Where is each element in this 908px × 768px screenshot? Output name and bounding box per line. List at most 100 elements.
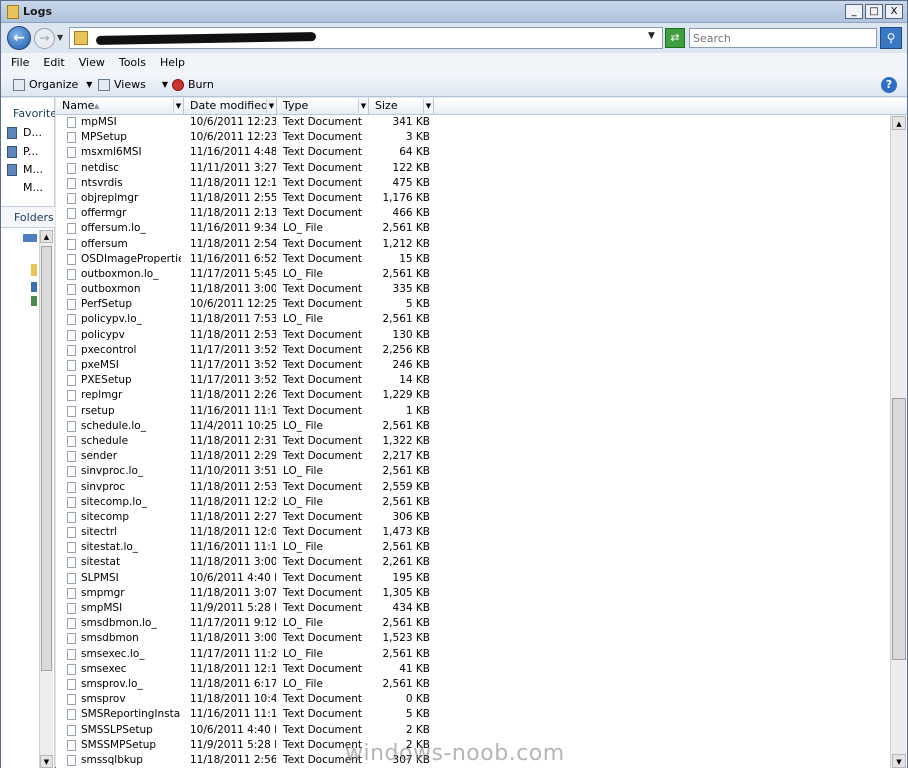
scroll-down-button[interactable]: ▼ xyxy=(892,754,906,768)
table-row[interactable]: sitecomp.lo_ 11/18/2011 12:2... LO_ File 2,… xyxy=(56,495,889,510)
table-row[interactable]: sitecomp 11/18/2011 2:27... Text Document 3… xyxy=(56,510,889,525)
search-icon[interactable]: ⚲ xyxy=(880,27,902,49)
chevron-down-icon[interactable]: ▼ xyxy=(648,31,655,41)
favorite-link-pictures[interactable]: P... xyxy=(7,145,55,158)
table-row[interactable]: pxeMSI 11/17/2011 3:52... Text Document 246… xyxy=(56,358,889,373)
table-row[interactable]: msxml6MSI 11/16/2011 4:48... Text Document… xyxy=(56,145,889,160)
column-header-name[interactable]: Name ▲ ▼ xyxy=(56,98,184,115)
close-button[interactable]: X xyxy=(885,4,903,19)
search-input[interactable] xyxy=(689,28,877,48)
file-list: Name ▲ ▼ Date modified ▼ Type ▼ Size ▼ m… xyxy=(56,98,907,768)
scroll-down-button[interactable]: ▼ xyxy=(40,755,53,768)
table-row[interactable]: smsdbmon.lo_ 11/17/2011 9:12... LO_ File 2,… xyxy=(56,616,889,631)
table-row[interactable]: SMSSLPSetup 10/6/2011 4:40 PM Text Documen… xyxy=(56,723,889,738)
table-row[interactable]: smsexec.lo_ 11/17/2011 11:2... LO_ File 2,5… xyxy=(56,647,889,662)
help-icon[interactable]: ? xyxy=(881,77,897,93)
file-list-scrollbar[interactable]: ▲ ▼ xyxy=(890,115,906,768)
table-row[interactable]: PXESetup 11/17/2011 3:52... Text Document 1… xyxy=(56,373,889,388)
organize-button[interactable]: Organize ▼ xyxy=(13,77,92,93)
table-row[interactable]: outboxmon.lo_ 11/17/2011 5:45... LO_ File 2… xyxy=(56,267,889,282)
desktop-icon[interactable] xyxy=(23,234,37,242)
table-row[interactable]: netdisc 11/11/2011 3:27... Text Document 12… xyxy=(56,161,889,176)
table-row[interactable]: pxecontrol 11/17/2011 3:52... Text Documen… xyxy=(56,343,889,358)
table-row[interactable]: SLPMSI 10/6/2011 4:40 PM Text Document 195 … xyxy=(56,571,889,586)
text-file-icon xyxy=(67,390,76,402)
table-row[interactable]: sender 11/18/2011 2:29... Text Document 2,2… xyxy=(56,449,889,464)
table-row[interactable]: sitestat.lo_ 11/16/2011 11:1... LO_ File 2,… xyxy=(56,540,889,555)
navigation-scrollbar[interactable]: ▲ ▼ xyxy=(39,230,53,768)
folders-toggle[interactable]: Folders xyxy=(1,206,55,228)
file-date: 11/18/2011 12:2... xyxy=(190,495,276,508)
table-row[interactable]: OSDImageProperties 11/16/2011 6:52... Text… xyxy=(56,252,889,267)
column-header-size[interactable]: Size ▼ xyxy=(369,98,434,115)
favorite-link-music[interactable]: M... xyxy=(7,163,55,176)
chevron-down-icon[interactable]: ▼ xyxy=(423,99,433,113)
forward-button[interactable]: → xyxy=(34,28,55,49)
minimize-button[interactable]: _ xyxy=(845,4,863,19)
menu-tools[interactable]: Tools xyxy=(119,53,146,73)
table-row[interactable]: rsetup 11/16/2011 11:1... Text Document 1 K… xyxy=(56,404,889,419)
file-size: 475 KB xyxy=(392,176,430,189)
text-file-icon xyxy=(67,557,76,569)
table-row[interactable]: schedule.lo_ 11/4/2011 10:25... LO_ File 2,… xyxy=(56,419,889,434)
table-row[interactable]: sinvproc 11/18/2011 2:53... Text Document 2… xyxy=(56,480,889,495)
chevron-down-icon[interactable]: ▼ xyxy=(358,99,368,113)
table-row[interactable]: sinvproc.lo_ 11/10/2011 3:51... LO_ File 2,… xyxy=(56,464,889,479)
menu-edit[interactable]: Edit xyxy=(43,53,64,73)
file-size: 335 KB xyxy=(392,283,430,296)
table-row[interactable]: policypv.lo_ 11/18/2011 7:53... LO_ File 2,… xyxy=(56,312,889,327)
computer-icon[interactable] xyxy=(31,282,37,292)
table-row[interactable]: replmgr 11/18/2011 2:26... Text Document 1,… xyxy=(56,388,889,403)
table-row[interactable]: outboxmon 11/18/2011 3:00... Text Document… xyxy=(56,282,889,297)
table-row[interactable]: smpmgr 11/18/2011 3:07... Text Document 1,3… xyxy=(56,586,889,601)
table-row[interactable]: smsdbmon 11/18/2011 3:00... Text Document 1… xyxy=(56,631,889,646)
table-row[interactable]: offersum 11/18/2011 2:54... Text Document 1… xyxy=(56,237,889,252)
table-row[interactable]: mpMSI 10/6/2011 12:23... Text Document 341 … xyxy=(56,115,889,130)
organize-label: Organize xyxy=(29,78,79,91)
table-row[interactable]: policypv 11/18/2011 2:53... Text Document 1… xyxy=(56,328,889,343)
menu-view[interactable]: View xyxy=(79,53,105,73)
address-path[interactable]: ▼ xyxy=(69,27,663,49)
menu-help[interactable]: Help xyxy=(160,53,185,73)
folder-icon[interactable] xyxy=(31,264,37,276)
text-file-icon xyxy=(67,314,76,326)
network-icon[interactable] xyxy=(31,296,37,306)
table-row[interactable]: smpMSI 11/9/2011 5:28 PM Text Document 434 … xyxy=(56,601,889,616)
burn-button[interactable]: Burn xyxy=(172,77,214,93)
table-row[interactable]: PerfSetup 10/6/2011 12:25... Text Document… xyxy=(56,297,889,312)
scroll-up-button[interactable]: ▲ xyxy=(40,230,53,243)
scroll-thumb[interactable] xyxy=(41,246,52,671)
file-date: 11/18/2011 2:27... xyxy=(190,510,276,523)
favorite-link-documents[interactable]: D... xyxy=(7,126,55,139)
table-row[interactable]: smsexec 11/18/2011 12:1... Text Document 41… xyxy=(56,662,889,677)
table-row[interactable]: smsprov 11/18/2011 10:4... Text Document 0 … xyxy=(56,692,889,707)
chevron-down-icon[interactable]: ▼ xyxy=(173,99,183,113)
table-row[interactable]: offersum.lo_ 11/16/2011 9:34... LO_ File 2,… xyxy=(56,221,889,236)
menu-file[interactable]: File xyxy=(11,53,29,73)
chevron-down-icon[interactable]: ▼ xyxy=(266,99,276,113)
table-row[interactable]: ntsvrdis 11/18/2011 12:1... Text Document 4… xyxy=(56,176,889,191)
table-row[interactable]: sitectrl 11/18/2011 12:0... Text Document 1… xyxy=(56,525,889,540)
table-row[interactable]: offermgr 11/18/2011 2:13... Text Document 4… xyxy=(56,206,889,221)
column-header-date[interactable]: Date modified ▼ xyxy=(184,98,277,115)
table-row[interactable]: smsprov.lo_ 11/18/2011 6:17... LO_ File 2,5… xyxy=(56,677,889,692)
file-type: Text Document xyxy=(283,404,362,417)
table-row[interactable]: SMSReportingInstall 11/16/2011 11:1... Tex… xyxy=(56,707,889,722)
table-row[interactable]: sitestat 11/18/2011 3:00... Text Document 2… xyxy=(56,555,889,570)
table-row[interactable]: schedule 11/18/2011 2:31... Text Document 1… xyxy=(56,434,889,449)
scroll-thumb[interactable] xyxy=(892,398,906,660)
title-bar[interactable]: Logs _ □ X xyxy=(1,1,907,23)
table-row[interactable]: MPSetup 10/6/2011 12:23... Text Document 3 … xyxy=(56,130,889,145)
file-rows: mpMSI 10/6/2011 12:23... Text Document 341 … xyxy=(56,115,889,768)
scroll-up-button[interactable]: ▲ xyxy=(892,116,906,130)
refresh-button[interactable]: ⇄ xyxy=(665,28,685,48)
file-name: SMSSLPSetup xyxy=(81,723,153,736)
column-header-type[interactable]: Type ▼ xyxy=(277,98,369,115)
maximize-button[interactable]: □ xyxy=(865,4,883,19)
recent-pages-dropdown[interactable]: ▼ xyxy=(57,33,63,42)
views-button[interactable]: Views ▼ xyxy=(98,77,168,93)
table-row[interactable]: objreplmgr 11/18/2011 2:55... Text Documen… xyxy=(56,191,889,206)
back-button[interactable]: ← xyxy=(7,26,31,50)
file-size: 2,561 KB xyxy=(382,267,431,280)
burn-icon xyxy=(172,79,184,91)
